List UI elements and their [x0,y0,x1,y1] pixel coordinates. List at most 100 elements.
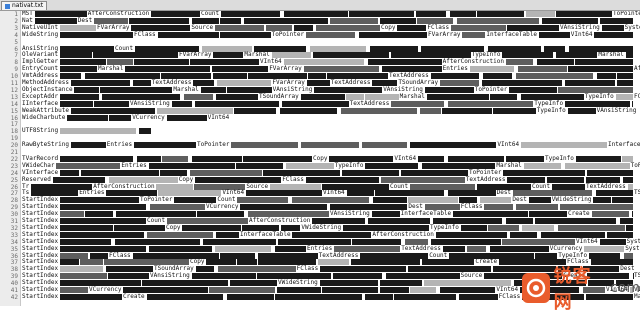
redacted-block [632,211,633,217]
inline-token: Entries [121,163,146,169]
redacted-block [172,101,192,107]
inline-token: ToPointer [197,142,230,148]
redacted-block [217,80,271,86]
redacted-block [461,225,487,231]
redacted-block [462,32,485,38]
redacted-block [60,294,122,300]
watermark-logo [522,273,550,303]
text-line: StartIndexCopyVWideStringTypeInfo [21,225,640,231]
text-line: ObjectInstanceMarshalVAnsiStringVAnsiStr… [21,87,640,93]
redacted-block [418,156,444,162]
redacted-block [203,239,276,245]
redacted-block [133,80,151,86]
inline-token: VInt64 [497,142,519,148]
text-line: OleVariantFVarArrayMarshalTypeInfoMarsha… [21,52,640,58]
redacted-block [308,73,326,79]
watermark-text: 锐客网 [554,262,606,314]
inline-token: TypeInfo [537,108,566,114]
redacted-block [617,73,633,79]
redacted-block [213,52,243,58]
redacted-block [215,246,271,252]
redacted-block [60,259,79,265]
redacted-block [234,108,276,114]
redacted-block [351,259,420,265]
redacted-block [522,225,554,231]
inline-token: VAnsiString [130,101,170,107]
redacted-block [196,266,214,272]
redacted-block [150,204,205,210]
inline-token: ToPointer [613,11,640,17]
redacted-block [416,11,446,17]
redacted-block [565,163,630,169]
inline-token: Marshal [173,87,198,93]
redacted-block [365,163,418,169]
redacted-block [575,59,633,65]
text-line: WeakAttributeTypeInfoVAnsiString [21,108,640,114]
redacted-block [453,211,528,217]
redacted-block [240,204,327,210]
redacted-block [313,52,389,58]
redacted-block [349,11,414,17]
redacted-block [125,66,210,72]
inline-token: VAnsiString [597,108,637,114]
redacted-block [457,18,539,24]
inline-token: Entries [443,66,468,72]
redacted-block [436,232,507,238]
redacted-block [206,259,236,265]
line-text: UTF8String [22,128,58,134]
inline-token: ToPointer [631,163,640,169]
redacted-block [60,287,88,293]
redacted-block [320,280,378,286]
redacted-block [147,232,213,238]
inline-token: Copy [381,25,395,31]
redacted-block [394,294,456,300]
line-text: StartIndex [22,294,58,300]
redacted-block [215,25,264,31]
redacted-block [470,66,514,72]
redacted-block [60,218,146,224]
inline-token: Count [147,218,165,224]
redacted-block [190,59,259,65]
file-icon [5,4,10,9]
redacted-block [60,52,92,58]
redacted-block [275,246,306,252]
redacted-block [442,108,492,114]
redacted-block [448,101,533,107]
redacted-block [142,280,228,286]
redacted-block [301,94,345,100]
redacted-block [537,59,574,65]
redacted-block [322,287,378,293]
redacted-block [56,163,120,169]
redacted-block [197,211,244,217]
redacted-block [568,66,633,72]
redacted-block [71,80,130,86]
redacted-block [483,73,512,79]
redacted-block [236,163,283,169]
redacted-block [565,80,615,86]
redacted-block [216,94,258,100]
redacted-block [60,197,139,203]
redacted-block [422,259,474,265]
redacted-block [556,52,597,58]
inline-token: VInt64 [571,32,593,38]
redacted-block [516,204,558,210]
redacted-block [80,259,103,265]
line-number: 42 [11,295,18,301]
redacted-block [195,177,281,183]
line-text: WideString [22,32,58,38]
redacted-block [213,73,247,79]
redacted-block [526,11,555,17]
inline-token: FClass [297,266,319,272]
redacted-block [106,266,153,272]
redacted-block [60,66,97,72]
redacted-block [510,232,537,238]
redacted-block [246,190,322,196]
redacted-block [427,94,489,100]
inline-token: VWideString [278,280,318,286]
text-line: WideStringFClassToPointerFVarArrayInterf… [21,32,640,38]
file-tab[interactable]: nativat.txt [1,1,47,10]
redacted-block [484,204,513,210]
text-line: StartIndexVAnsiStringInterfaceTableCreat… [21,211,640,217]
redacted-block [292,232,371,238]
redacted-block [212,66,268,72]
